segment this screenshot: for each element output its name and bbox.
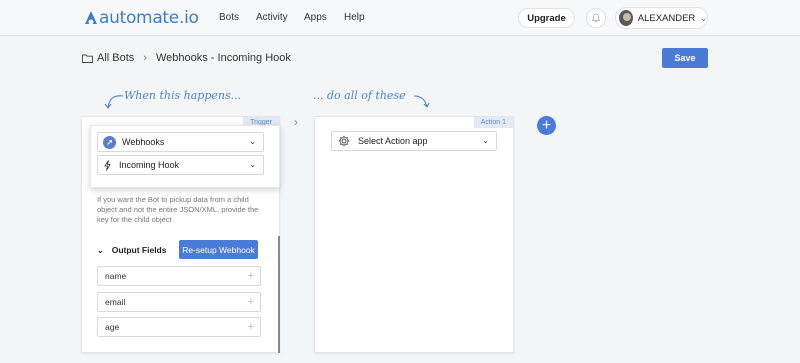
- output-field-row[interactable]: email +: [97, 292, 261, 312]
- chevron-down-icon: ⌄: [700, 13, 707, 23]
- trigger-hint: When this happens...: [124, 89, 242, 102]
- output-fields-toggle[interactable]: ⌄ Output Fields: [97, 245, 166, 255]
- hint-arrow-right-icon: [413, 95, 430, 108]
- top-nav-bar: automate.io Bots Activity Apps Help Upgr…: [0, 0, 800, 36]
- bell-icon: [591, 13, 601, 22]
- user-menu[interactable]: ALEXANDER ⌄: [615, 7, 708, 29]
- child-object-help-text: If you want the Bot to pickup data from …: [97, 195, 259, 224]
- hint-arrow-left-icon: [104, 95, 124, 109]
- gear-icon: [338, 135, 350, 147]
- upgrade-button[interactable]: Upgrade: [518, 8, 575, 28]
- save-button[interactable]: Save: [662, 48, 708, 68]
- trigger-event-select[interactable]: Incoming Hook ⌄: [97, 155, 264, 175]
- chevron-down-icon: ⌄: [482, 136, 489, 145]
- chevron-right-icon: ›: [294, 115, 298, 129]
- action-tag: Action 1: [473, 117, 513, 128]
- folder-icon: [82, 54, 93, 63]
- link-icon: [103, 135, 116, 149]
- chevron-down-icon: ⌄: [249, 137, 256, 146]
- add-action-button[interactable]: +: [537, 116, 556, 135]
- plus-icon[interactable]: +: [248, 321, 254, 333]
- nav-help[interactable]: Help: [344, 12, 365, 23]
- action-hint: ... do all of these: [313, 89, 406, 102]
- notifications-button[interactable]: [586, 8, 606, 28]
- output-field-name: email: [105, 297, 126, 307]
- action-card: Action 1: [314, 116, 514, 353]
- resetup-webhook-button[interactable]: Re-setup Webhook: [179, 240, 258, 259]
- plus-icon: +: [541, 116, 552, 134]
- trigger-scrollbar[interactable]: [278, 236, 280, 353]
- action-app-select[interactable]: Select Action app ⌄: [331, 131, 497, 151]
- nav-apps[interactable]: Apps: [304, 12, 327, 23]
- plus-icon[interactable]: +: [248, 296, 254, 308]
- breadcrumb-separator: ›: [143, 52, 147, 64]
- user-name: ALEXANDER: [637, 12, 696, 24]
- logo[interactable]: automate.io: [84, 8, 199, 28]
- chevron-down-icon: ⌄: [249, 160, 256, 169]
- nav-bots[interactable]: Bots: [219, 12, 239, 23]
- trigger-app-value: Webhooks: [122, 137, 165, 147]
- bolt-icon: [104, 159, 111, 171]
- nav-activity[interactable]: Activity: [256, 12, 288, 23]
- breadcrumb-all-bots[interactable]: All Bots: [97, 52, 134, 64]
- trigger-event-value: Incoming Hook: [119, 160, 180, 170]
- automate-logo-icon: [85, 11, 97, 25]
- breadcrumb: All Bots › Webhooks - Incoming Hook: [82, 52, 291, 64]
- output-fields-label: Output Fields: [111, 245, 167, 255]
- output-field-name: name: [105, 271, 127, 281]
- plus-icon[interactable]: +: [248, 270, 254, 282]
- breadcrumb-current: Webhooks - Incoming Hook: [155, 52, 291, 64]
- avatar: [619, 10, 633, 26]
- action-app-placeholder: Select Action app: [358, 136, 428, 146]
- output-field-row[interactable]: age +: [97, 317, 261, 337]
- logo-text: automate.io: [99, 8, 199, 28]
- chevron-down-icon: ⌄: [97, 245, 104, 255]
- output-field-row[interactable]: name +: [97, 266, 261, 286]
- trigger-app-select[interactable]: Webhooks ⌄: [97, 132, 264, 152]
- output-field-name: age: [105, 322, 120, 332]
